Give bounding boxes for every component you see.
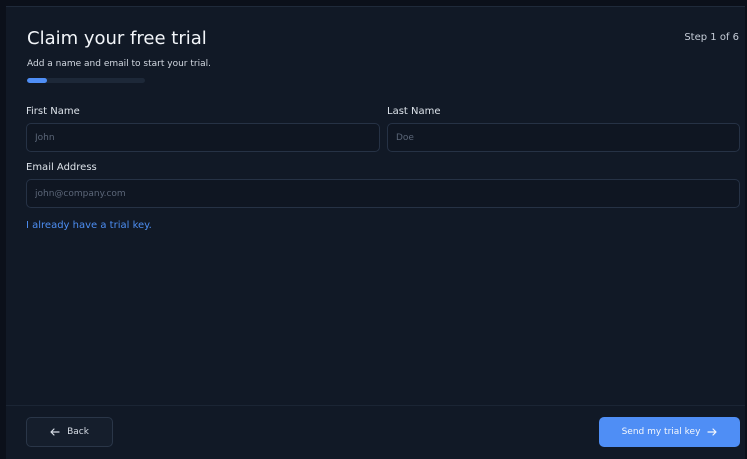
page-title: Claim your free trial <box>27 28 207 49</box>
back-button[interactable]: Back <box>26 417 113 447</box>
last-name-input[interactable] <box>387 123 740 152</box>
footer-divider <box>6 405 745 406</box>
step-indicator: Step 1 of 6 <box>684 32 739 43</box>
trial-key-link[interactable]: I already have a trial key. <box>26 220 152 231</box>
first-name-label: First Name <box>26 106 80 117</box>
progress-bar-fill <box>27 78 47 83</box>
back-button-label: Back <box>67 427 89 437</box>
progress-bar <box>27 78 145 83</box>
page-subtitle: Add a name and email to start your trial… <box>27 59 211 69</box>
send-trial-key-button[interactable]: Send my trial key <box>599 417 740 447</box>
email-input[interactable] <box>26 179 740 208</box>
trial-signup-panel: Claim your free trial Step 1 of 6 Add a … <box>6 6 745 459</box>
send-trial-key-button-label: Send my trial key <box>621 427 701 437</box>
email-label: Email Address <box>26 162 97 173</box>
arrow-left-icon <box>50 428 60 436</box>
last-name-label: Last Name <box>387 106 441 117</box>
first-name-input[interactable] <box>26 123 380 152</box>
arrow-right-icon <box>707 428 718 436</box>
